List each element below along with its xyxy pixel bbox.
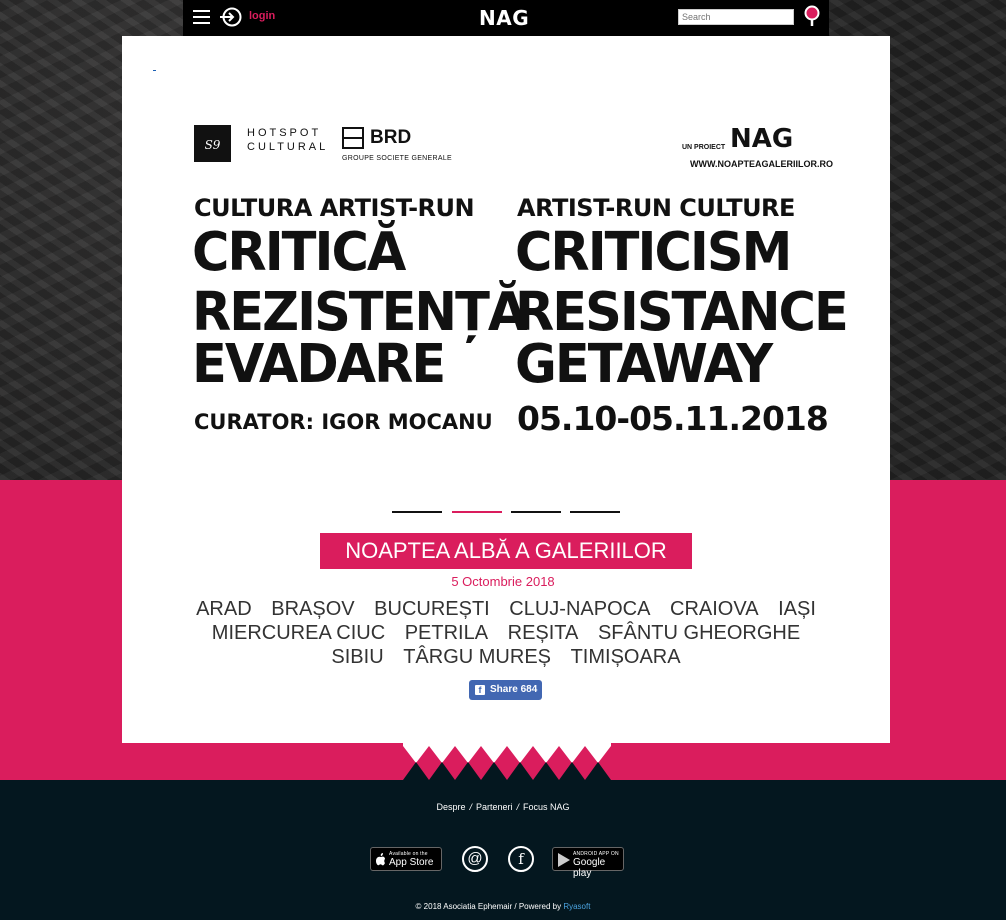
ryasoft-link[interactable]: Ryasoft (563, 902, 590, 911)
poster-nag-logo: NAG (730, 124, 794, 154)
footer-separator: / (469, 802, 472, 812)
google-play-icon (558, 853, 570, 867)
city-link-iasi[interactable]: IAȘI (778, 597, 816, 621)
footer-link-focus-nag[interactable]: Focus NAG (523, 802, 570, 812)
footer-link-parteneri[interactable]: Parteneri (476, 802, 513, 812)
event-date: 5 Octombrie 2018 (451, 574, 555, 589)
copyright: © 2018 Asociatia Ephemair / Powered by R… (0, 902, 1006, 911)
city-link-brasov[interactable]: BRAȘOV (271, 597, 354, 621)
poster-url: WWW.NOAPTEAGALERIILOR.RO (690, 159, 833, 169)
login-link[interactable]: login (249, 10, 275, 22)
city-link-timisoara[interactable]: TIMIȘOARA (571, 645, 681, 669)
s9-partner-logo: S9 (194, 125, 231, 162)
search-input[interactable] (678, 9, 794, 25)
en-line-3: GETAWAY (515, 333, 773, 396)
city-link-sibiu[interactable]: SIBIU (331, 645, 383, 669)
city-link-miercurea-ciuc[interactable]: MIERCUREA CIUC (212, 621, 385, 645)
facebook-share-label: Share 684 (490, 684, 538, 695)
en-line-1: CRITICISM (515, 221, 792, 284)
city-link-sfantu-gheorghe[interactable]: SFÂNTU GHEORGHE (598, 621, 800, 645)
carousel-indicator-2[interactable] (452, 511, 502, 513)
ro-line-1: CRITICĂ (192, 221, 406, 284)
email-icon[interactable]: @ (462, 846, 488, 872)
app-store-big-text: App Store (389, 857, 434, 868)
brd-logo-text: BRD (370, 127, 412, 148)
city-link-cluj-napoca[interactable]: CLUJ-NAPOCA (509, 597, 650, 621)
facebook-icon: f (475, 685, 485, 695)
city-link-targu-mures[interactable]: TÂRGU MUREȘ (403, 645, 551, 669)
footer-separator: / (516, 802, 520, 812)
carousel-indicator-3[interactable] (511, 511, 561, 513)
city-link-arad[interactable]: ARAD (196, 597, 252, 621)
event-poster[interactable]: S9 HOTSPOT CULTURAL BRD GROUPE SOCIETE G… (192, 120, 849, 440)
google-play-badge[interactable]: ANDROID APP ON Google play (552, 847, 624, 879)
hotspot-line-2: CULTURAL (247, 141, 329, 153)
curator-line: CURATOR: IGOR MOCANU (194, 410, 493, 434)
ro-line-2: REZISTENȚĂ (192, 281, 527, 344)
carousel-indicator-1[interactable] (392, 511, 442, 513)
copyright-text: © 2018 Asociatia Ephemair / Powered by (415, 902, 564, 911)
brd-logo-icon (342, 127, 364, 149)
un-proiect-label: UN PROIECT (682, 144, 726, 151)
nag-logo[interactable]: NAG (479, 6, 529, 30)
carousel-indicator-4[interactable] (570, 511, 620, 513)
hotspot-cultural-logo: HOTSPOT CULTURAL (247, 126, 328, 154)
google-play-big-text: Google play (573, 857, 606, 879)
empty-link[interactable] (153, 70, 156, 71)
footer (0, 780, 1006, 920)
app-store-badge[interactable]: Available on the App Store (370, 847, 442, 871)
facebook-share-button[interactable]: f Share 684 (469, 680, 542, 700)
en-subtitle: ARTIST-RUN CULTURE (517, 194, 795, 222)
en-line-2: RESISTANCE (515, 281, 849, 344)
city-link-bucuresti[interactable]: BUCUREȘTI (374, 597, 490, 621)
login-icon[interactable] (219, 7, 243, 27)
apple-icon (376, 853, 385, 866)
city-list: ARAD BRAȘOV BUCUREȘTI CLUJ-NAPOCA CRAIOV… (170, 597, 842, 669)
ro-line-3: EVADARE (192, 333, 446, 396)
top-navbar: login NAG (183, 0, 829, 36)
brd-subtitle: GROUPE SOCIETE GENERALE (342, 155, 452, 162)
facebook-icon[interactable]: f (508, 846, 534, 872)
menu-icon[interactable] (193, 10, 210, 24)
poster-dates: 05.10-05.11.2018 (517, 399, 829, 438)
zigzag-divider (403, 743, 611, 780)
event-title: NOAPTEA ALBĂ A GALERIILOR (320, 533, 692, 569)
city-link-craiova[interactable]: CRAIOVA (670, 597, 759, 621)
search-icon[interactable] (803, 5, 821, 27)
city-link-petrila[interactable]: PETRILA (405, 621, 488, 645)
ro-subtitle: CULTURA ARTIST-RUN (194, 194, 475, 222)
city-link-resita[interactable]: REȘITA (508, 621, 579, 645)
footer-nav: Despre / Parteneri / Focus NAG (0, 802, 1006, 812)
hotspot-line-1: HOTSPOT (247, 127, 322, 139)
footer-link-despre[interactable]: Despre (436, 802, 465, 812)
